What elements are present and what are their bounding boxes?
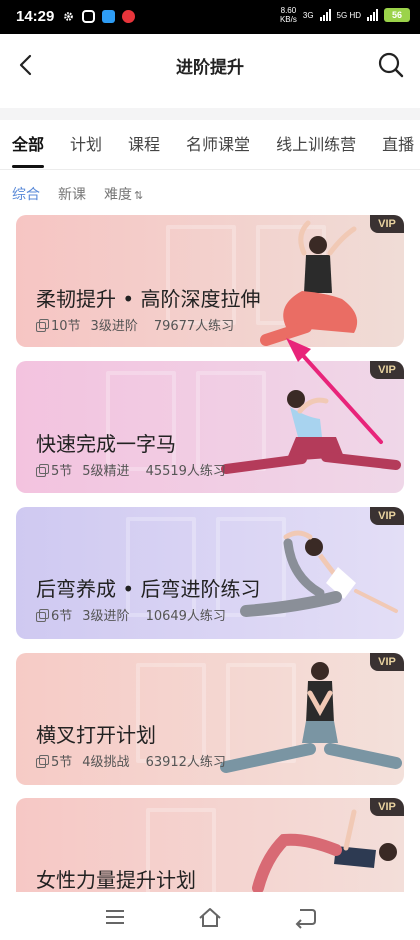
system-navigation-bar — [0, 892, 420, 940]
home-button[interactable] — [195, 902, 225, 932]
home-icon — [199, 908, 221, 927]
annotation-arrow — [286, 338, 383, 444]
return-icon — [295, 909, 316, 929]
menu-button[interactable] — [100, 902, 130, 932]
menu-icon — [106, 910, 124, 924]
return-button[interactable] — [290, 902, 320, 932]
